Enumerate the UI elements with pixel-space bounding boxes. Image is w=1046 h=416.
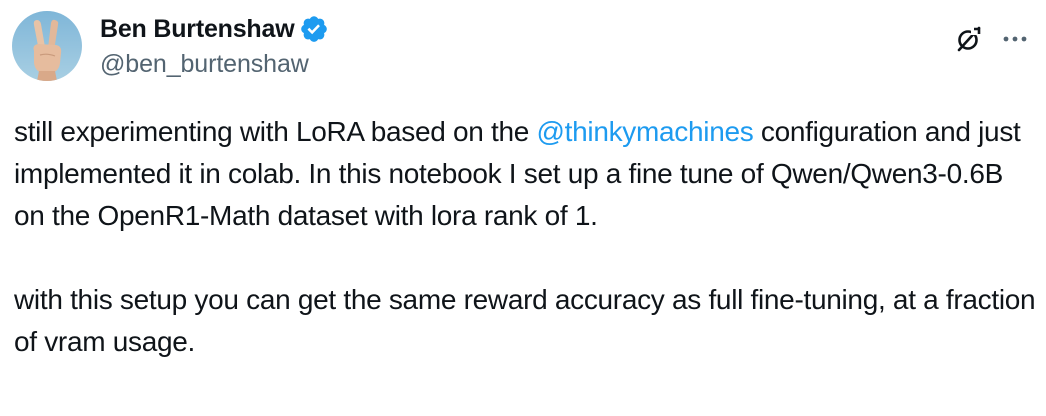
grok-icon[interactable] <box>954 24 984 54</box>
author-info: Ben Burtenshaw @ben_burtenshaw <box>100 12 329 79</box>
verified-badge-icon[interactable] <box>299 14 329 44</box>
peace-sign-hand-avatar-icon <box>12 11 82 81</box>
user-handle[interactable]: @ben_burtenshaw <box>100 50 329 79</box>
mention-link[interactable]: @thinkymachines <box>537 116 754 147</box>
name-row: Ben Burtenshaw <box>100 12 329 46</box>
avatar[interactable] <box>12 11 82 81</box>
tweet-text: still experimenting with LoRA based on t… <box>14 111 1039 363</box>
tweet-text-segment: still experimenting with LoRA based on t… <box>14 116 537 147</box>
tweet-paragraph-1: still experimenting with LoRA based on t… <box>14 111 1039 237</box>
tweet-actions <box>954 24 1030 54</box>
tweet-card: Ben Burtenshaw @ben_burtenshaw still exp… <box>0 0 1046 416</box>
tweet-paragraph-2: with this setup you can get the same rew… <box>14 284 1036 357</box>
more-options-icon[interactable] <box>1000 24 1030 54</box>
display-name[interactable]: Ben Burtenshaw <box>100 15 295 44</box>
